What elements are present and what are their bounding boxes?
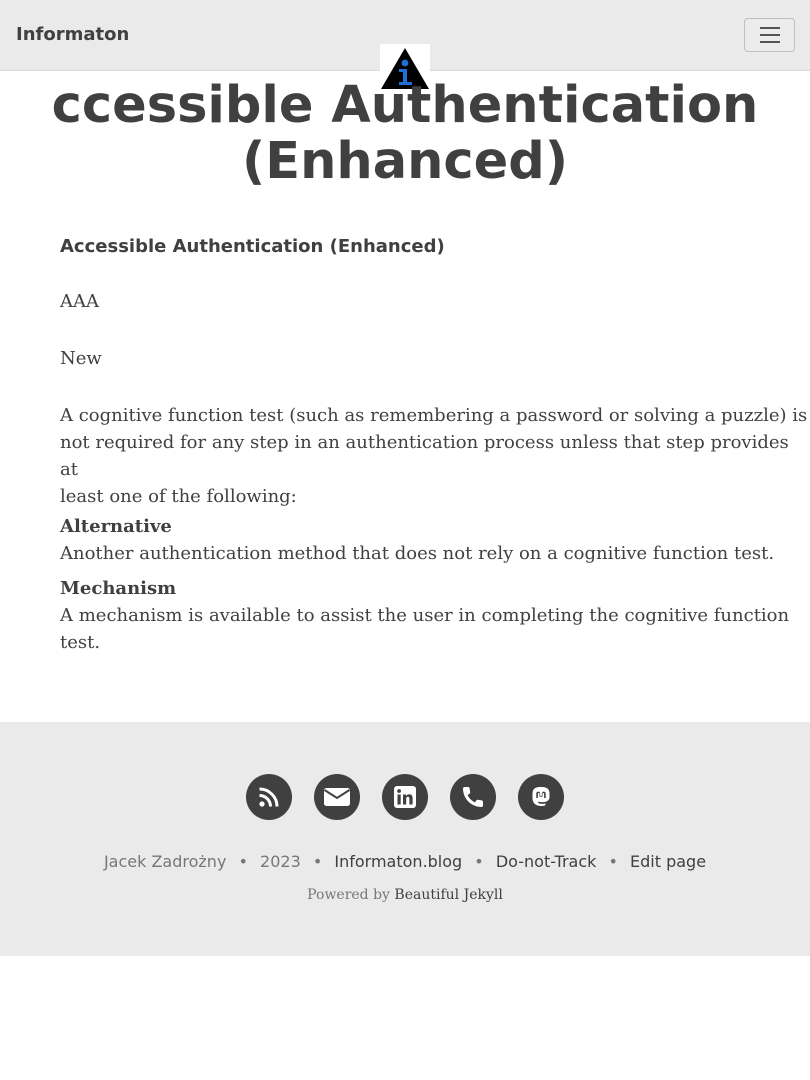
powered-by: Powered by Beautiful Jekyll: [0, 887, 810, 903]
separator: •: [238, 852, 248, 871]
description-paragraph: A cognitive function test (such as remem…: [60, 402, 810, 510]
linkedin-link[interactable]: [382, 774, 428, 820]
phone-icon: [463, 787, 483, 807]
copyright-year: 2023: [260, 852, 301, 871]
definition-line: Another authentication method that does …: [60, 543, 775, 564]
social-links: [246, 774, 564, 820]
description-line: not required for any step in an authenti…: [60, 432, 789, 480]
footer-credits: Jacek Zadrożny • 2023 • Informaton.blog …: [0, 852, 810, 871]
section-heading: Accessible Authentication (Enhanced): [60, 236, 445, 257]
phone-link[interactable]: [450, 774, 496, 820]
definition-line: A mechanism is available to assist the u…: [60, 605, 790, 626]
envelope-icon: [324, 788, 350, 806]
term-mechanism: Mechanism: [60, 578, 177, 599]
separator: •: [474, 852, 484, 871]
page-title-line-2: (Enhanced): [241, 132, 569, 191]
page-title: ccessible Authentication (Enhanced): [0, 78, 810, 190]
status-text: New: [60, 348, 102, 369]
do-not-track-link[interactable]: Do-not-Track: [496, 852, 597, 871]
mastodon-link[interactable]: [518, 774, 564, 820]
separator: •: [312, 852, 323, 871]
description-line: least one of the following:: [60, 486, 297, 507]
definition-line: test.: [60, 632, 101, 653]
page-title-line-1: ccessible Authentication: [51, 76, 759, 135]
powered-by-label: Powered by: [307, 887, 390, 903]
menu-toggle-button[interactable]: [744, 18, 795, 52]
separator: •: [608, 852, 618, 871]
edit-page-link[interactable]: Edit page: [630, 852, 706, 871]
rss-icon: [259, 787, 279, 807]
beautiful-jekyll-link[interactable]: Beautiful Jekyll: [394, 887, 502, 903]
rss-link[interactable]: [246, 774, 292, 820]
footer: Jacek Zadrożny • 2023 • Informaton.blog …: [0, 722, 810, 956]
mastodon-icon: [532, 787, 550, 807]
description-line: A cognitive function test (such as remem…: [60, 405, 808, 426]
definition-mechanism: A mechanism is available to assist the u…: [60, 602, 789, 656]
hamburger-menu-icon: [759, 27, 780, 43]
level-text: AAA: [60, 291, 99, 312]
linkedin-icon: [394, 786, 416, 808]
author-name: Jacek Zadrożny: [103, 852, 227, 871]
brand-link[interactable]: Informaton: [16, 24, 129, 45]
site-link[interactable]: Informaton.blog: [334, 852, 462, 871]
definition-alternative: Another authentication method that does …: [60, 540, 774, 567]
email-link[interactable]: [314, 774, 360, 820]
term-alternative: Alternative: [60, 516, 172, 537]
